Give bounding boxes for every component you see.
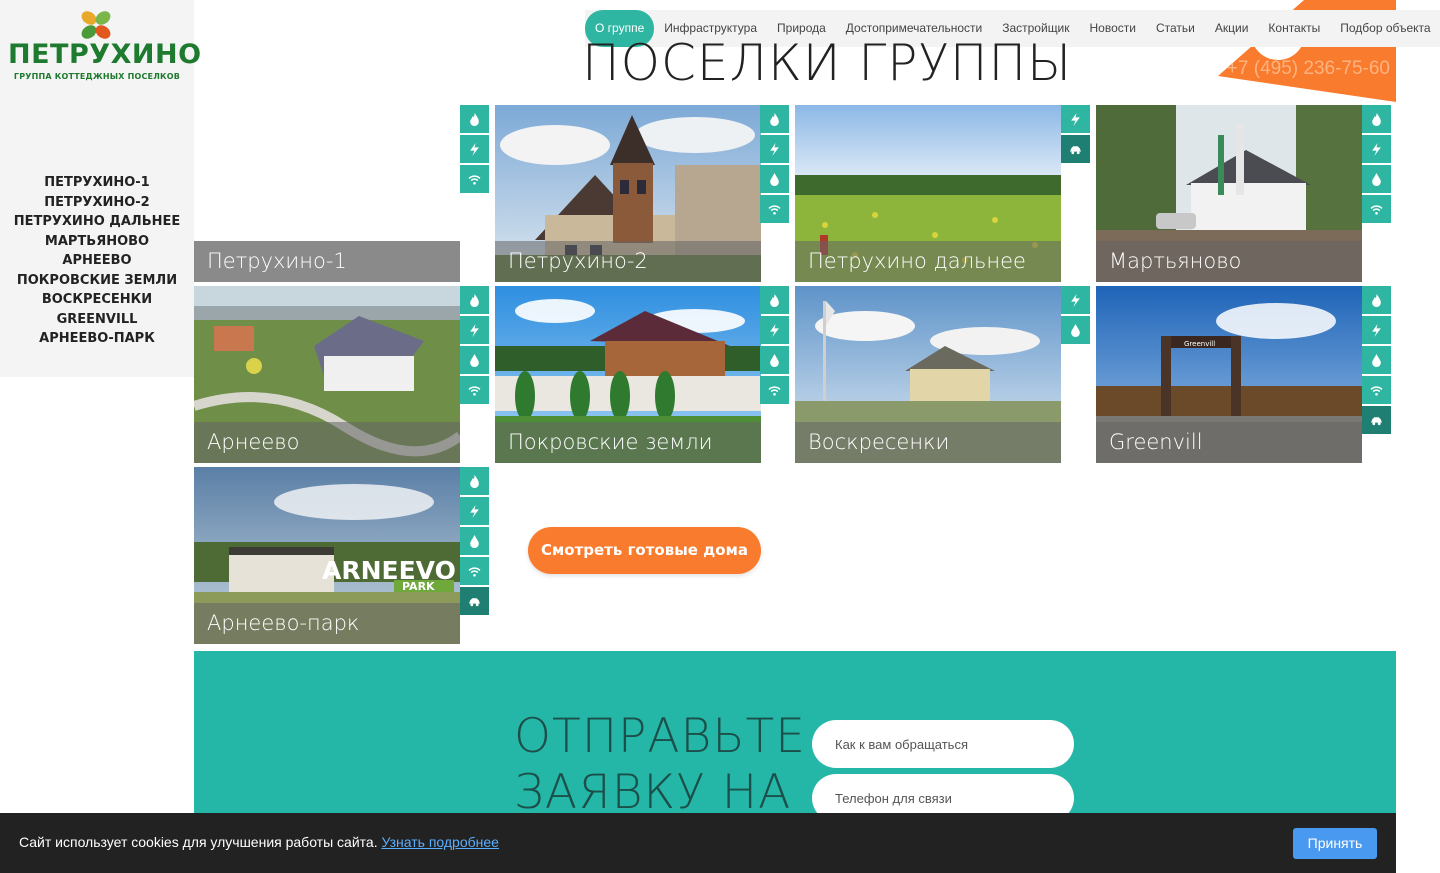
sidebar-item-petrukhino-1[interactable]: ПЕТРУХИНО-1 [0, 173, 194, 193]
electricity-icon[interactable] [1362, 316, 1391, 344]
wifi-icon[interactable] [460, 165, 489, 193]
sidebar-item-greenvill[interactable]: GREENVILL [0, 310, 194, 330]
gas-icon[interactable] [460, 286, 489, 314]
road-car-icon[interactable] [460, 587, 489, 615]
road-car-icon[interactable] [1061, 135, 1090, 163]
cookie-message: Сайт использует cookies для улучшения ра… [19, 834, 378, 850]
logo-wordmark: ПЕТРУХИНО [8, 39, 202, 70]
amenities-petrukhino-1 [460, 105, 489, 195]
wifi-icon[interactable] [760, 195, 789, 223]
sidebar-item-petrukhino-2[interactable]: ПЕТРУХИНО-2 [0, 193, 194, 213]
amenities-petrukhino-dalnee [1061, 105, 1090, 165]
wifi-icon[interactable] [460, 376, 489, 404]
flower-logo-icon [81, 11, 111, 39]
village-card-arneevo[interactable]: Арнеево [194, 286, 460, 463]
village-card-greenvill[interactable]: Greenvill Greenvill [1096, 286, 1362, 463]
electricity-icon[interactable] [760, 316, 789, 344]
sidebar: ПЕТРУХИНО ГРУППА КОТТЕДЖНЫХ ПОСЕЛКОВ ПЕТ… [0, 0, 202, 377]
amenities-arneevo [460, 286, 489, 406]
wifi-icon[interactable] [460, 557, 489, 585]
logo-subtitle: ГРУППА КОТТЕДЖНЫХ ПОСЕЛКОВ [13, 72, 181, 81]
village-card-title: Петрухино-1 [194, 241, 460, 282]
wifi-icon[interactable] [1362, 376, 1391, 404]
water-icon[interactable] [460, 346, 489, 374]
nav-item-articles[interactable]: Статьи [1146, 10, 1205, 47]
village-card-pokrovskie-zemli[interactable]: Покровские земли [495, 286, 761, 463]
wifi-icon[interactable] [760, 376, 789, 404]
sidebar-item-voskresenki[interactable]: ВОСКРЕСЕНКИ [0, 290, 194, 310]
amenities-pokrovskie-zemli [760, 286, 789, 406]
electricity-icon[interactable] [460, 135, 489, 163]
form-title: ОТПРАВЬТЕ ЗАЯВКУ НА [514, 709, 806, 821]
header-phone[interactable]: +7 (495) 236-75-60 [1227, 58, 1390, 80]
water-icon[interactable] [1362, 165, 1391, 193]
water-icon[interactable] [760, 346, 789, 374]
water-icon[interactable] [460, 527, 489, 555]
photo-sign-text: Greenvill [1184, 340, 1215, 348]
gas-icon[interactable] [1362, 105, 1391, 133]
name-input[interactable] [812, 720, 1074, 768]
village-card-title: Мартьяново [1096, 241, 1362, 282]
sidebar-item-martyanovo[interactable]: МАРТЬЯНОВО [0, 232, 194, 252]
photo-sign-subtext: PARK [402, 580, 435, 593]
form-title-line-1: ОТПРАВЬТЕ [514, 709, 806, 764]
village-card-title: Арнеево-парк [194, 603, 460, 644]
sidebar-item-petrukhino-dalnee[interactable]: ПЕТРУХИНО ДАЛЬНЕЕ [0, 212, 194, 232]
electricity-icon[interactable] [1061, 105, 1090, 133]
amenities-arneevo-park [460, 467, 489, 617]
cookie-text-row: Сайт использует cookies для улучшения ра… [19, 834, 499, 850]
cookie-accept-button[interactable]: Принять [1293, 828, 1377, 859]
logo[interactable]: ПЕТРУХИНО ГРУППА КОТТЕДЖНЫХ ПОСЕЛКОВ [8, 8, 202, 81]
electricity-icon[interactable] [460, 497, 489, 525]
water-icon[interactable] [1061, 316, 1090, 344]
gas-icon[interactable] [760, 286, 789, 314]
amenities-greenvill [1362, 286, 1391, 436]
nav-item-property-search[interactable]: Подбор объекта [1330, 10, 1440, 47]
water-icon[interactable] [1362, 346, 1391, 374]
village-card-title: Greenvill [1096, 422, 1362, 463]
wifi-icon[interactable] [1362, 195, 1391, 223]
electricity-icon[interactable] [1061, 286, 1090, 314]
water-icon[interactable] [760, 165, 789, 193]
village-card-title: Покровские земли [495, 422, 761, 463]
village-card-title: Петрухино дальнее [795, 241, 1061, 282]
sidebar-item-arneevo-park[interactable]: АРНЕЕВО-ПАРК [0, 329, 194, 349]
gas-icon[interactable] [460, 105, 489, 133]
sidebar-menu: ПЕТРУХИНО-1 ПЕТРУХИНО-2 ПЕТРУХИНО ДАЛЬНЕ… [0, 173, 194, 349]
village-card-petrukhino-2[interactable]: Петрухино-2 [495, 105, 761, 282]
amenities-voskresenki [1061, 286, 1090, 346]
village-card-petrukhino-dalnee[interactable]: Петрухино дальнее [795, 105, 1061, 282]
sidebar-item-pokrovskie-zemli[interactable]: ПОКРОВСКИЕ ЗЕМЛИ [0, 271, 194, 291]
amenities-martyanovo [1362, 105, 1391, 225]
electricity-icon[interactable] [760, 135, 789, 163]
gas-icon[interactable] [1362, 286, 1391, 314]
village-card-voskresenki[interactable]: Воскресенки [795, 286, 1061, 463]
amenities-petrukhino-2 [760, 105, 789, 225]
village-card-title: Арнеево [194, 422, 460, 463]
village-card-arneevo-park[interactable]: ARNEEVO PARK Арнеево-парк [194, 467, 460, 644]
village-card-title: Воскресенки [795, 422, 1061, 463]
page-title: ПОСЕЛКИ ГРУППЫ [582, 34, 1073, 92]
village-card-martyanovo[interactable]: Мартьяново [1096, 105, 1362, 282]
nav-item-contacts[interactable]: Контакты [1258, 10, 1330, 47]
gas-icon[interactable] [760, 105, 789, 133]
view-ready-houses-button[interactable]: Смотреть готовые дома [528, 527, 761, 574]
nav-item-news[interactable]: Новости [1080, 10, 1146, 47]
gas-icon[interactable] [460, 467, 489, 495]
road-car-icon[interactable] [1362, 406, 1391, 434]
village-card-petrukhino-1[interactable]: Петрухино-1 [194, 105, 460, 282]
electricity-icon[interactable] [460, 316, 489, 344]
sidebar-item-arneevo[interactable]: АРНЕЕВО [0, 251, 194, 271]
nav-item-promotions[interactable]: Акции [1205, 10, 1259, 47]
cookie-learn-more-link[interactable]: Узнать подробнее [381, 834, 498, 850]
electricity-icon[interactable] [1362, 135, 1391, 163]
cookie-banner: Сайт использует cookies для улучшения ра… [0, 813, 1396, 873]
village-card-title: Петрухино-2 [495, 241, 761, 282]
